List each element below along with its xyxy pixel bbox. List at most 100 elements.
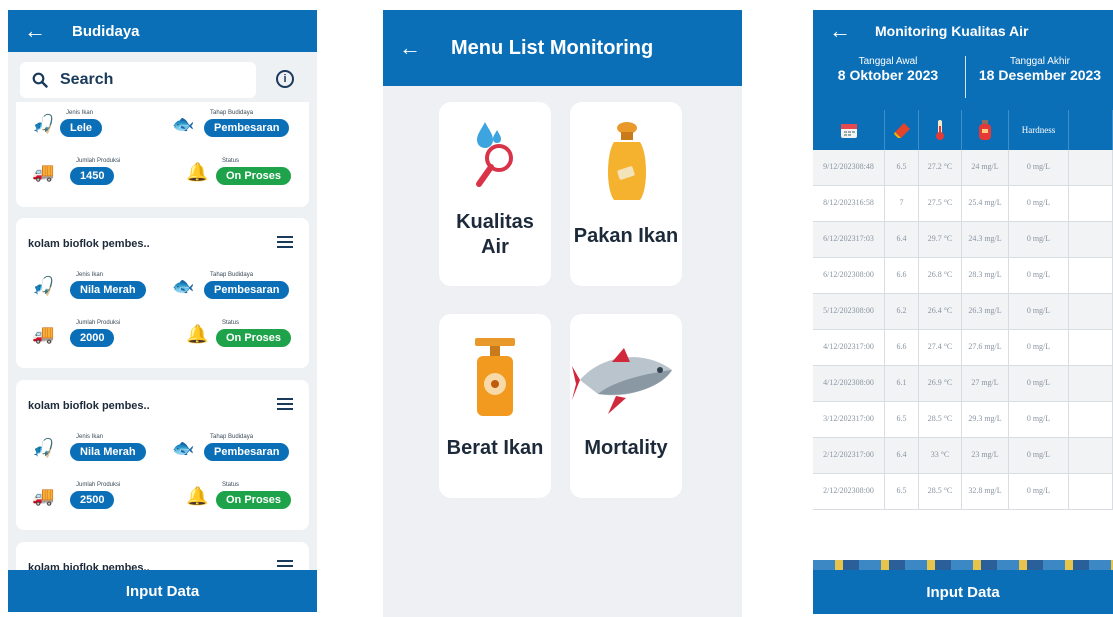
search-placeholder: Search: [60, 71, 114, 88]
row-time: 16:58: [855, 198, 874, 208]
tile-label: Kualitas Air: [456, 211, 534, 258]
temperature-cell: 27.4 °C: [919, 330, 962, 365]
tanggal-awal-picker[interactable]: Tanggal Awal 8 Oktober 2023: [813, 56, 963, 83]
temperature-cell: 33 °C: [919, 438, 962, 473]
status-field: Status On Proses: [216, 482, 292, 509]
tahap-budidaya-value: Pembesaran: [204, 281, 290, 299]
input-data-button[interactable]: Input Data: [813, 570, 1113, 614]
oxygen-cell: 27.6 mg/L: [962, 330, 1009, 365]
hardness-cell: 0 mg/L: [1009, 438, 1069, 473]
row-date: 4/12/2023: [823, 378, 856, 388]
tanggal-akhir-picker[interactable]: Tanggal Akhir 18 Desember 2023: [967, 56, 1113, 83]
ph-cell: 6.2: [885, 294, 919, 329]
hardness-cell: 0 mg/L: [1009, 366, 1069, 401]
oxygen-cell: 25.4 mg/L: [962, 186, 1009, 221]
oxygen-cell: 28.3 mg/L: [962, 258, 1009, 293]
oxygen-cell: 24 mg/L: [962, 150, 1009, 185]
back-arrow-icon[interactable]: ←: [829, 18, 851, 44]
kolam-card[interactable]: kolam bioflok pembes.. 🎣 Jenis Ikan Nila…: [16, 380, 309, 530]
calendar-icon: [813, 110, 885, 150]
budidaya-screen: ← Budidaya Search i 🎣 Jenis Ikan Lele 🐟 …: [8, 10, 317, 612]
jumlah-produksi-value: 2000: [70, 329, 115, 347]
table-row[interactable]: 4/12/2023 08:00 6.1 26.9 °C 27 mg/L 0 mg/L: [813, 366, 1113, 402]
row-date: 3/12/2023: [823, 414, 856, 424]
extra-cell: [1069, 366, 1113, 401]
kolam-card[interactable]: 🎣 Jenis Ikan Lele 🐟 Tahap Budidaya Pembe…: [16, 102, 309, 207]
kualitas-air-tile[interactable]: Kualitas Air: [439, 102, 551, 286]
extra-cell: [1069, 294, 1113, 329]
menu-icon[interactable]: [277, 398, 293, 410]
jumlah-produksi-field: Jumlah Produksi 2000: [70, 320, 120, 347]
oxygen-cell: 29.3 mg/L: [962, 402, 1009, 437]
bell-icon: 🔔: [186, 162, 209, 182]
truck-icon: 🚚: [32, 324, 55, 344]
back-arrow-icon[interactable]: ←: [24, 18, 46, 44]
hardness-cell: 0 mg/L: [1009, 222, 1069, 257]
back-arrow-icon[interactable]: ←: [399, 35, 421, 61]
page-title: Monitoring Kualitas Air: [875, 23, 1029, 39]
berat-ikan-tile[interactable]: Berat Ikan: [439, 314, 551, 498]
date-cell: 9/12/2023 08:48: [813, 150, 885, 185]
table-row[interactable]: 2/12/2023 17:00 6.4 33 °C 23 mg/L 0 mg/L: [813, 438, 1113, 474]
status-field: Status On Proses: [216, 158, 292, 185]
table-row[interactable]: 9/12/2023 08:48 6.5 27.2 °C 24 mg/L 0 mg/L: [813, 150, 1113, 186]
row-date: 6/12/2023: [823, 270, 856, 280]
input-data-button[interactable]: Input Data: [8, 570, 317, 612]
card-title: kolam bioflok pembes..: [28, 238, 150, 250]
water-drop-magnifier-icon: [476, 122, 513, 187]
table-row[interactable]: 5/12/2023 08:00 6.2 26.4 °C 26.3 mg/L 0 mg/L: [813, 294, 1113, 330]
extra-cell: [1069, 222, 1113, 257]
date-cell: 4/12/2023 17:00: [813, 330, 885, 365]
row-time: 08:00: [855, 270, 874, 280]
kolam-card[interactable]: kolam bioflok pembes.. 🎣 Jenis Ikan Nila…: [16, 218, 309, 368]
hardness-cell: 0 mg/L: [1009, 150, 1069, 185]
row-date: 5/12/2023: [823, 306, 856, 316]
kualitas-air-app-bar: ← Monitoring Kualitas Air: [813, 10, 1113, 52]
hardness-header: Hardness: [1009, 110, 1069, 150]
date-cell: 4/12/2023 08:00: [813, 366, 885, 401]
decorative-waves: [813, 560, 1113, 570]
tile-label: Pakan Ikan: [573, 225, 679, 247]
jumlah-produksi-field: Jumlah Produksi 1450: [70, 158, 120, 185]
row-date: 8/12/2023: [823, 198, 856, 208]
extra-cell: [1069, 258, 1113, 293]
fish-stage-icon: 🐟: [172, 276, 195, 296]
table-row[interactable]: 6/12/2023 17:03 6.4 29.7 °C 24.3 mg/L 0 mg/L: [813, 222, 1113, 258]
fish-line-icon: 🎣: [32, 438, 55, 458]
ph-cell: 6.4: [885, 222, 919, 257]
date-cell: 2/12/2023 08:00: [813, 474, 885, 509]
menu-icon[interactable]: [277, 236, 293, 248]
mortality-tile[interactable]: Mortality: [570, 314, 682, 498]
status-badge: On Proses: [216, 491, 292, 509]
ph-cell: 6.4: [885, 438, 919, 473]
temperature-cell: 29.7 °C: [919, 222, 962, 257]
oxygen-cell: 23 mg/L: [962, 438, 1009, 473]
truck-icon: 🚚: [32, 486, 55, 506]
table-row[interactable]: 8/12/2023 16:58 7 27.5 °C 25.4 mg/L 0 mg/L: [813, 186, 1113, 222]
tahap-budidaya-field: Tahap Budidaya Pembesaran: [204, 110, 290, 137]
table-row[interactable]: 4/12/2023 17:00 6.6 27.4 °C 27.6 mg/L 0 mg/L: [813, 330, 1113, 366]
scale-icon: [475, 338, 515, 416]
fish-icon: [572, 348, 672, 414]
tahap-budidaya-value: Pembesaran: [204, 443, 290, 461]
tile-label: Berat Ikan: [446, 437, 544, 459]
temperature-cell: 28.5 °C: [919, 474, 962, 509]
ph-cell: 6.6: [885, 330, 919, 365]
date-cell: 3/12/2023 17:00: [813, 402, 885, 437]
monitoring-kualitas-air-screen: ← Monitoring Kualitas Air Tanggal Awal 8…: [813, 10, 1113, 614]
table-row[interactable]: 3/12/2023 17:00 6.5 28.5 °C 29.3 mg/L 0 mg/L: [813, 402, 1113, 438]
pakan-ikan-tile[interactable]: Pakan Ikan: [570, 102, 682, 286]
table-row[interactable]: 6/12/2023 08:00 6.6 26.8 °C 28.3 mg/L 0 mg/L: [813, 258, 1113, 294]
search-input[interactable]: Search: [20, 62, 256, 98]
jenis-ikan-field: Jenis Ikan Lele: [60, 110, 103, 137]
info-icon[interactable]: i: [276, 70, 294, 88]
table-row[interactable]: 2/12/2023 08:00 6.5 28.5 °C 32.8 mg/L 0 mg/L: [813, 474, 1113, 510]
status-badge: On Proses: [216, 329, 292, 347]
date-cell: 2/12/2023 17:00: [813, 438, 885, 473]
row-time: 08:00: [855, 378, 874, 388]
row-date: 2/12/2023: [823, 486, 856, 496]
jumlah-produksi-value: 1450: [70, 167, 115, 185]
ph-cell: 6.1: [885, 366, 919, 401]
temperature-cell: 27.5 °C: [919, 186, 962, 221]
row-time: 08:48: [855, 162, 874, 172]
